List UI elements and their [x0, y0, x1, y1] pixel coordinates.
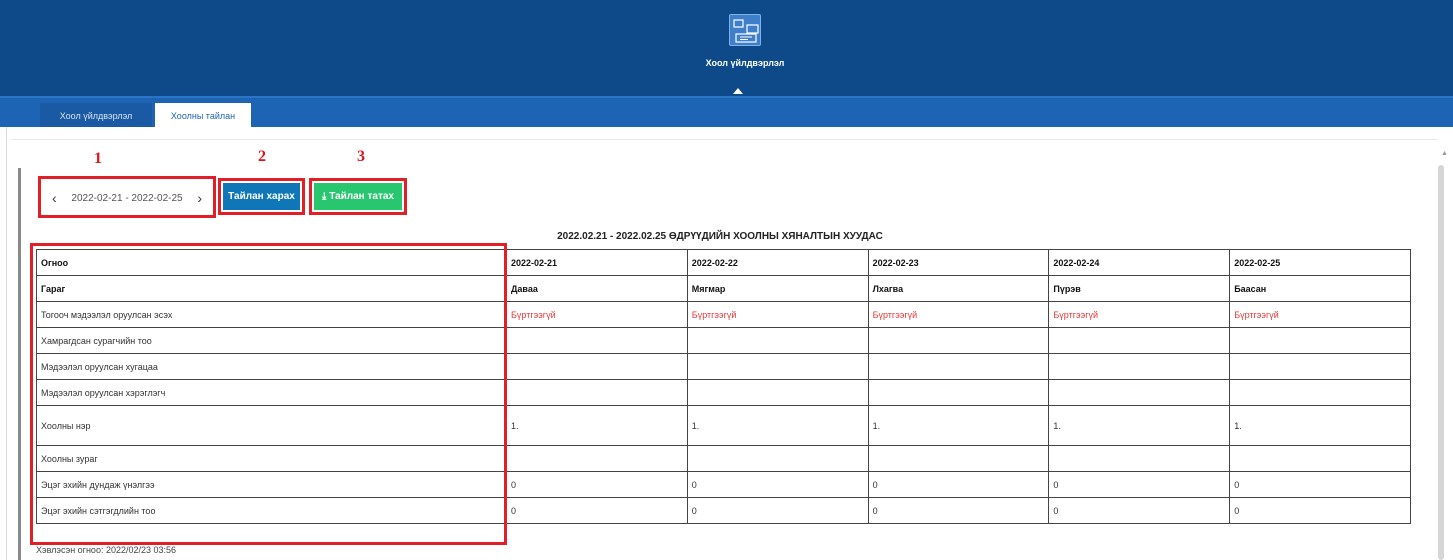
table-cell [506, 445, 688, 472]
table-cell [867, 445, 1050, 472]
scroll-up-icon[interactable]: ▲ [1441, 150, 1448, 157]
table-cell [1048, 379, 1231, 406]
table-cell: Бүртгээгүй [1048, 301, 1231, 328]
table-cell [686, 353, 869, 380]
table-cell: 0 [506, 471, 688, 498]
annotation-box-row-labels [30, 243, 507, 545]
table-cell [867, 379, 1050, 406]
table-cell [1229, 327, 1411, 354]
table-cell: 1. [1048, 405, 1231, 446]
table-cell [1048, 327, 1231, 354]
table-cell: 2022-02-24 [1048, 249, 1231, 276]
table-cell: Бүртгээгүй [686, 301, 869, 328]
table-cell: 1. [1229, 405, 1411, 446]
vertical-scrollbar[interactable] [1438, 165, 1444, 560]
table-cell: 2022-02-21 [506, 249, 688, 276]
app-icon [729, 14, 761, 46]
annotation-marker-1: 1 [94, 150, 102, 167]
table-cell [506, 353, 688, 380]
table-cell: 1. [686, 405, 869, 446]
annotation-marker-2: 2 [258, 148, 266, 165]
annotation-box-3 [309, 178, 407, 215]
table-cell: Бүртгээгүй [1229, 301, 1411, 328]
annotation-box-1 [38, 176, 216, 218]
table-cell: Мягмар [686, 275, 869, 302]
tab-food-production[interactable]: Хоол үйлдвэрлэл [40, 103, 152, 129]
table-cell: 0 [1229, 471, 1411, 498]
printed-date: Хэвлэсэн огноо: 2022/02/23 03:56 [36, 545, 177, 555]
table-cell: 2022-02-23 [867, 249, 1050, 276]
table-cell: 0 [686, 471, 869, 498]
table-cell: Баасан [1229, 275, 1411, 302]
table-cell: 2022-02-25 [1229, 249, 1411, 276]
table-cell: 1. [506, 405, 688, 446]
divider [12, 139, 1437, 140]
table-cell [686, 327, 869, 354]
table-cell: 0 [1229, 497, 1411, 524]
table-cell [1229, 379, 1411, 406]
table-cell: 2022-02-22 [686, 249, 869, 276]
table-cell: Лхагва [867, 275, 1050, 302]
app-tile-food-production[interactable]: Хоол үйлдвэрлэл [700, 14, 790, 68]
table-cell [867, 327, 1050, 354]
table-cell [1048, 445, 1231, 472]
table-cell: 0 [1048, 497, 1231, 524]
panel-left-edge [18, 168, 21, 560]
tab-food-report[interactable]: Хоолны тайлан [155, 103, 251, 129]
tab-bar: Хоол үйлдвэрлэл Хоолны тайлан [0, 96, 1453, 129]
report-title: 2022.02.21 - 2022.02.25 ӨДРҮҮДИЙН ХООЛНЫ… [557, 231, 883, 242]
table-cell: 0 [867, 497, 1050, 524]
table-cell: 0 [1048, 471, 1231, 498]
table-cell: 0 [686, 497, 869, 524]
table-cell [506, 379, 688, 406]
annotation-marker-3: 3 [357, 148, 365, 165]
active-app-caret-icon [733, 88, 743, 94]
top-app-bar: Хоол үйлдвэрлэл [0, 0, 1453, 96]
table-cell [506, 327, 688, 354]
table-cell [867, 353, 1050, 380]
table-cell [1229, 353, 1411, 380]
table-cell: Даваа [506, 275, 688, 302]
table-cell: 0 [867, 471, 1050, 498]
table-cell [686, 445, 869, 472]
table-cell [686, 379, 869, 406]
annotation-box-2 [218, 178, 305, 215]
table-cell [1229, 445, 1411, 472]
table-cell: 1. [867, 405, 1050, 446]
table-cell: Бүртгээгүй [506, 301, 688, 328]
table-cell: Бүртгээгүй [867, 301, 1050, 328]
table-cell [1048, 353, 1231, 380]
table-cell: 0 [506, 497, 688, 524]
table-cell: Пүрэв [1048, 275, 1231, 302]
app-tile-label: Хоол үйлдвэрлэл [705, 58, 785, 68]
